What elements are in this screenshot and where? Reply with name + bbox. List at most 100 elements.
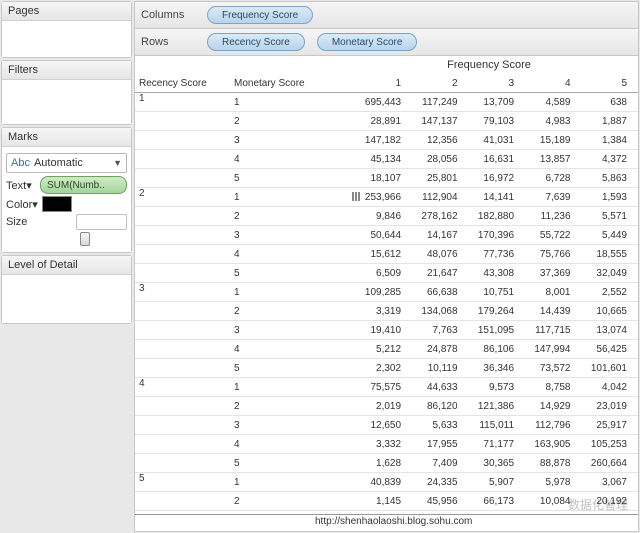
status-url: http://shenhaolaoshi.blog.sohu.com [135,514,638,531]
col-header: 1 [340,74,412,93]
value-cell: 11,236 [525,207,581,226]
filters-title: Filters [2,61,131,80]
value-cell: 15,612 [340,245,412,264]
col-header: 5 [582,74,639,93]
monetary-cell: 3 [230,321,340,340]
value-cell: 6,728 [525,169,581,188]
value-cell: 117,249 [412,93,468,112]
value-cell: 23,019 [582,397,639,416]
value-cell: 37,369 [525,264,581,283]
value-cell: 4,589 [525,93,581,112]
chevron-down-icon: ▼ [113,158,122,168]
pages-shelf[interactable] [2,21,131,57]
col-header: 4 [525,74,581,93]
value-cell: 5,633 [412,416,468,435]
value-cell: 13,857 [525,150,581,169]
monetary-cell: 4 [230,245,340,264]
recency-cell [135,264,230,283]
value-cell: 21,647 [412,264,468,283]
recency-cell [135,397,230,416]
mark-type-dropdown[interactable]: Abc Automatic ▼ [6,153,127,173]
value-cell: 16,631 [469,150,525,169]
value-cell: 253,966 [340,188,412,207]
value-cell: 179,264 [469,302,525,321]
col-header: 3 [469,74,525,93]
value-cell: 260,664 [582,454,639,473]
monetary-cell: 2 [230,112,340,131]
row-header-2: Monetary Score [230,74,340,93]
slider-thumb-icon[interactable] [80,232,90,246]
value-cell: 2,302 [340,359,412,378]
value-cell: 8,001 [525,283,581,302]
value-cell: 66,638 [412,283,468,302]
monetary-cell: 5 [230,264,340,283]
recency-cell [135,321,230,340]
recency-cell [135,454,230,473]
value-cell: 13,709 [469,93,525,112]
monetary-cell: 2 [230,207,340,226]
color-label: Color▾ [6,198,40,211]
value-cell: 25,801 [412,169,468,188]
value-cell: 9,846 [340,207,412,226]
value-cell: 2,019 [340,397,412,416]
value-cell: 45,134 [340,150,412,169]
value-cell: 28,891 [340,112,412,131]
monetary-cell: 2 [230,492,340,511]
filters-shelf[interactable] [2,80,131,124]
value-cell: 14,929 [525,397,581,416]
value-cell: 79,103 [469,112,525,131]
text-label: Text▾ [6,179,40,192]
monetary-cell: 3 [230,416,340,435]
value-cell: 10,084 [525,492,581,511]
lod-shelf[interactable] [2,275,131,323]
recency-cell: 5 [135,473,230,492]
text-pill[interactable]: SUM(Numb.. [40,176,127,194]
value-cell: 4,983 [525,112,581,131]
value-cell: 105,253 [582,435,639,454]
monetary-cell: 5 [230,454,340,473]
recency-cell: 2 [135,188,230,207]
mark-type-label: Automatic [34,157,83,169]
value-cell: 24,335 [412,473,468,492]
recency-cell [135,245,230,264]
columns-shelf[interactable]: Columns Frequency Score [135,2,638,29]
recency-cell [135,492,230,511]
monetary-cell: 2 [230,302,340,321]
value-cell: 115,011 [469,416,525,435]
rows-pill-2[interactable]: Monetary Score [317,33,418,51]
value-cell: 1,593 [582,188,639,207]
recency-cell [135,302,230,321]
value-cell: 170,396 [469,226,525,245]
value-cell: 147,182 [340,131,412,150]
color-swatch[interactable] [42,196,72,212]
value-cell: 7,763 [412,321,468,340]
value-cell: 75,766 [525,245,581,264]
value-cell: 112,904 [412,188,468,207]
value-cell: 14,141 [469,188,525,207]
value-cell: 50,644 [340,226,412,245]
columns-pill[interactable]: Frequency Score [207,6,313,24]
value-cell: 44,633 [412,378,468,397]
size-slider[interactable] [76,214,127,230]
value-cell: 278,162 [412,207,468,226]
row-header-1: Recency Score [135,74,230,93]
value-cell: 18,107 [340,169,412,188]
monetary-cell: 1 [230,473,340,492]
value-cell: 147,137 [412,112,468,131]
rows-shelf[interactable]: Rows Recency Score Monetary Score [135,29,638,56]
value-cell: 1,628 [340,454,412,473]
value-cell: 45,956 [412,492,468,511]
value-cell: 14,439 [525,302,581,321]
value-cell: 182,880 [469,207,525,226]
value-cell: 151,095 [469,321,525,340]
rows-pill-1[interactable]: Recency Score [207,33,305,51]
value-cell: 15,189 [525,131,581,150]
monetary-cell: 1 [230,188,340,207]
recency-cell: 3 [135,283,230,302]
value-cell: 5,978 [525,473,581,492]
monetary-cell: 4 [230,150,340,169]
value-cell: 16,972 [469,169,525,188]
value-cell: 7,409 [412,454,468,473]
monetary-cell: 2 [230,397,340,416]
value-cell: 121,386 [469,397,525,416]
